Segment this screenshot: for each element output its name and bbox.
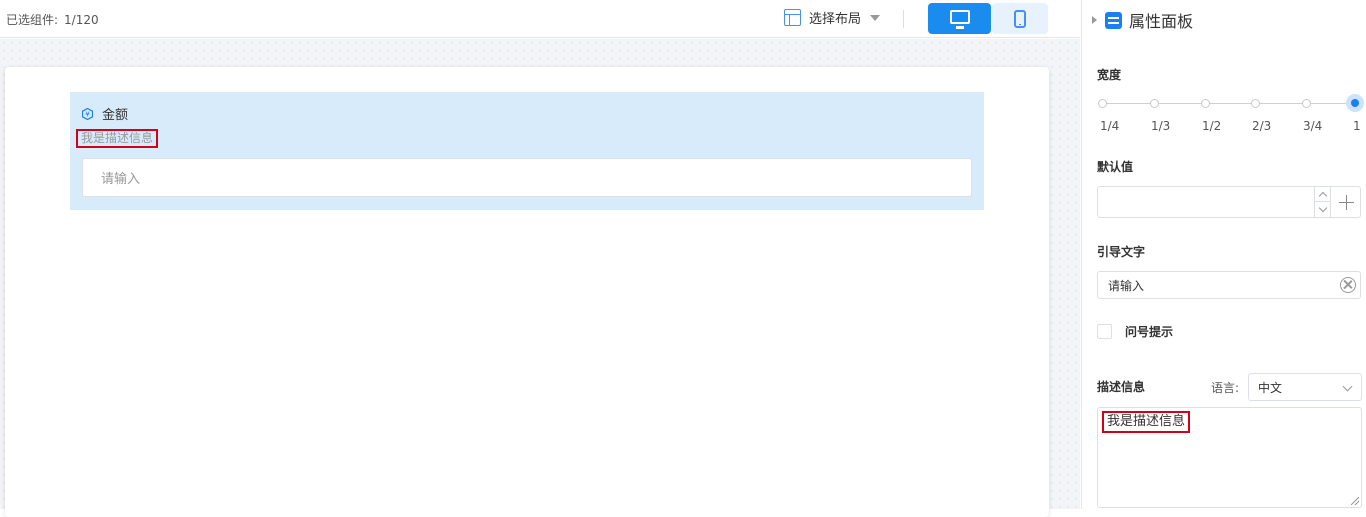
tick-label: 1/3 <box>1151 119 1171 133</box>
tooltip-option[interactable]: 问号提示 <box>1097 323 1173 340</box>
currency-icon: ¥ <box>82 107 93 120</box>
number-stepper[interactable] <box>1314 187 1330 217</box>
slider-stop-1-2[interactable] <box>1201 99 1210 108</box>
monitor-icon <box>949 10 970 29</box>
phone-icon <box>1014 9 1026 28</box>
selected-components-count: 已选组件: 1/120 <box>6 11 99 28</box>
tick-label: 2/3 <box>1252 119 1272 133</box>
selected-label: 已选组件: <box>6 13 59 27</box>
panel-header[interactable]: 属性面板 <box>1092 8 1193 32</box>
slider-stop-1-4[interactable] <box>1098 99 1107 108</box>
selected-count-value: 1/120 <box>64 13 99 27</box>
svg-text:¥: ¥ <box>85 110 90 118</box>
stepper-down-button[interactable] <box>1315 202 1330 217</box>
chevron-down-icon <box>1318 203 1327 213</box>
desktop-view-button[interactable] <box>928 3 991 34</box>
swap-icon <box>1105 11 1122 29</box>
default-value-input[interactable] <box>1097 186 1361 218</box>
add-value-button[interactable] <box>1330 187 1361 217</box>
placeholder-label: 引导文字 <box>1097 245 1146 259</box>
placeholder-input[interactable]: 请输入 <box>1097 271 1361 299</box>
component-title: ¥ 金额 <box>82 104 128 123</box>
component-title-text: 金额 <box>102 108 129 123</box>
top-toolbar: 已选组件: 1/120 选择布局 <box>0 0 1080 38</box>
slider-stop-2-3[interactable] <box>1251 99 1260 108</box>
resize-handle[interactable] <box>1351 497 1359 505</box>
collapse-arrow-icon[interactable] <box>1092 16 1097 24</box>
tooltip-label: 问号提示 <box>1125 325 1174 339</box>
amount-field-component[interactable]: ¥ 金额 我是描述信息 请输入 <box>70 92 984 210</box>
description-textarea-value: 我是描述信息 <box>1102 411 1191 433</box>
placeholder-input-value: 请输入 <box>1108 278 1145 293</box>
chevron-down-icon <box>1342 381 1353 392</box>
select-layout-button[interactable]: 选择布局 <box>784 8 881 27</box>
description-textarea[interactable]: 我是描述信息 <box>1097 407 1362 508</box>
panel-title: 属性面板 <box>1129 12 1194 31</box>
layout-icon <box>784 9 801 26</box>
slider-stop-3-4[interactable] <box>1302 99 1311 108</box>
language-select[interactable]: 中文 <box>1248 373 1362 401</box>
tooltip-checkbox[interactable] <box>1097 324 1112 339</box>
language-select-value: 中文 <box>1258 380 1283 395</box>
component-description: 我是描述信息 <box>76 129 159 148</box>
tick-label: 3/4 <box>1303 119 1323 133</box>
clear-icon[interactable] <box>1340 277 1356 293</box>
tick-label: 1/4 <box>1100 119 1120 133</box>
slider-stop-1-3[interactable] <box>1150 99 1159 108</box>
design-canvas: ¥ 金额 我是描述信息 请输入 <box>0 39 1080 517</box>
default-value-label: 默认值 <box>1097 160 1134 174</box>
caret-down-icon <box>870 14 881 21</box>
chevron-up-icon <box>1318 191 1327 200</box>
stepper-up-button[interactable] <box>1315 187 1330 202</box>
tick-label: 1 <box>1353 119 1361 133</box>
tick-label: 1/2 <box>1202 119 1222 133</box>
width-label: 宽度 <box>1097 68 1122 82</box>
width-slider[interactable] <box>1098 94 1364 112</box>
amount-input[interactable]: 请输入 <box>82 158 972 197</box>
language-label: 语言: <box>1211 381 1240 395</box>
plus-icon <box>1338 194 1354 210</box>
description-label: 描述信息 <box>1097 380 1146 394</box>
slider-handle[interactable] <box>1346 94 1364 112</box>
form-canvas: ¥ 金额 我是描述信息 请输入 <box>5 67 1049 517</box>
select-layout-label: 选择布局 <box>809 12 862 27</box>
mobile-view-button[interactable] <box>992 3 1048 34</box>
toolbar-divider <box>903 10 904 28</box>
property-panel: 属性面板 宽度 1/4 1/3 1/2 2/3 3/4 1 默认值 引导文字 请… <box>1081 0 1366 509</box>
